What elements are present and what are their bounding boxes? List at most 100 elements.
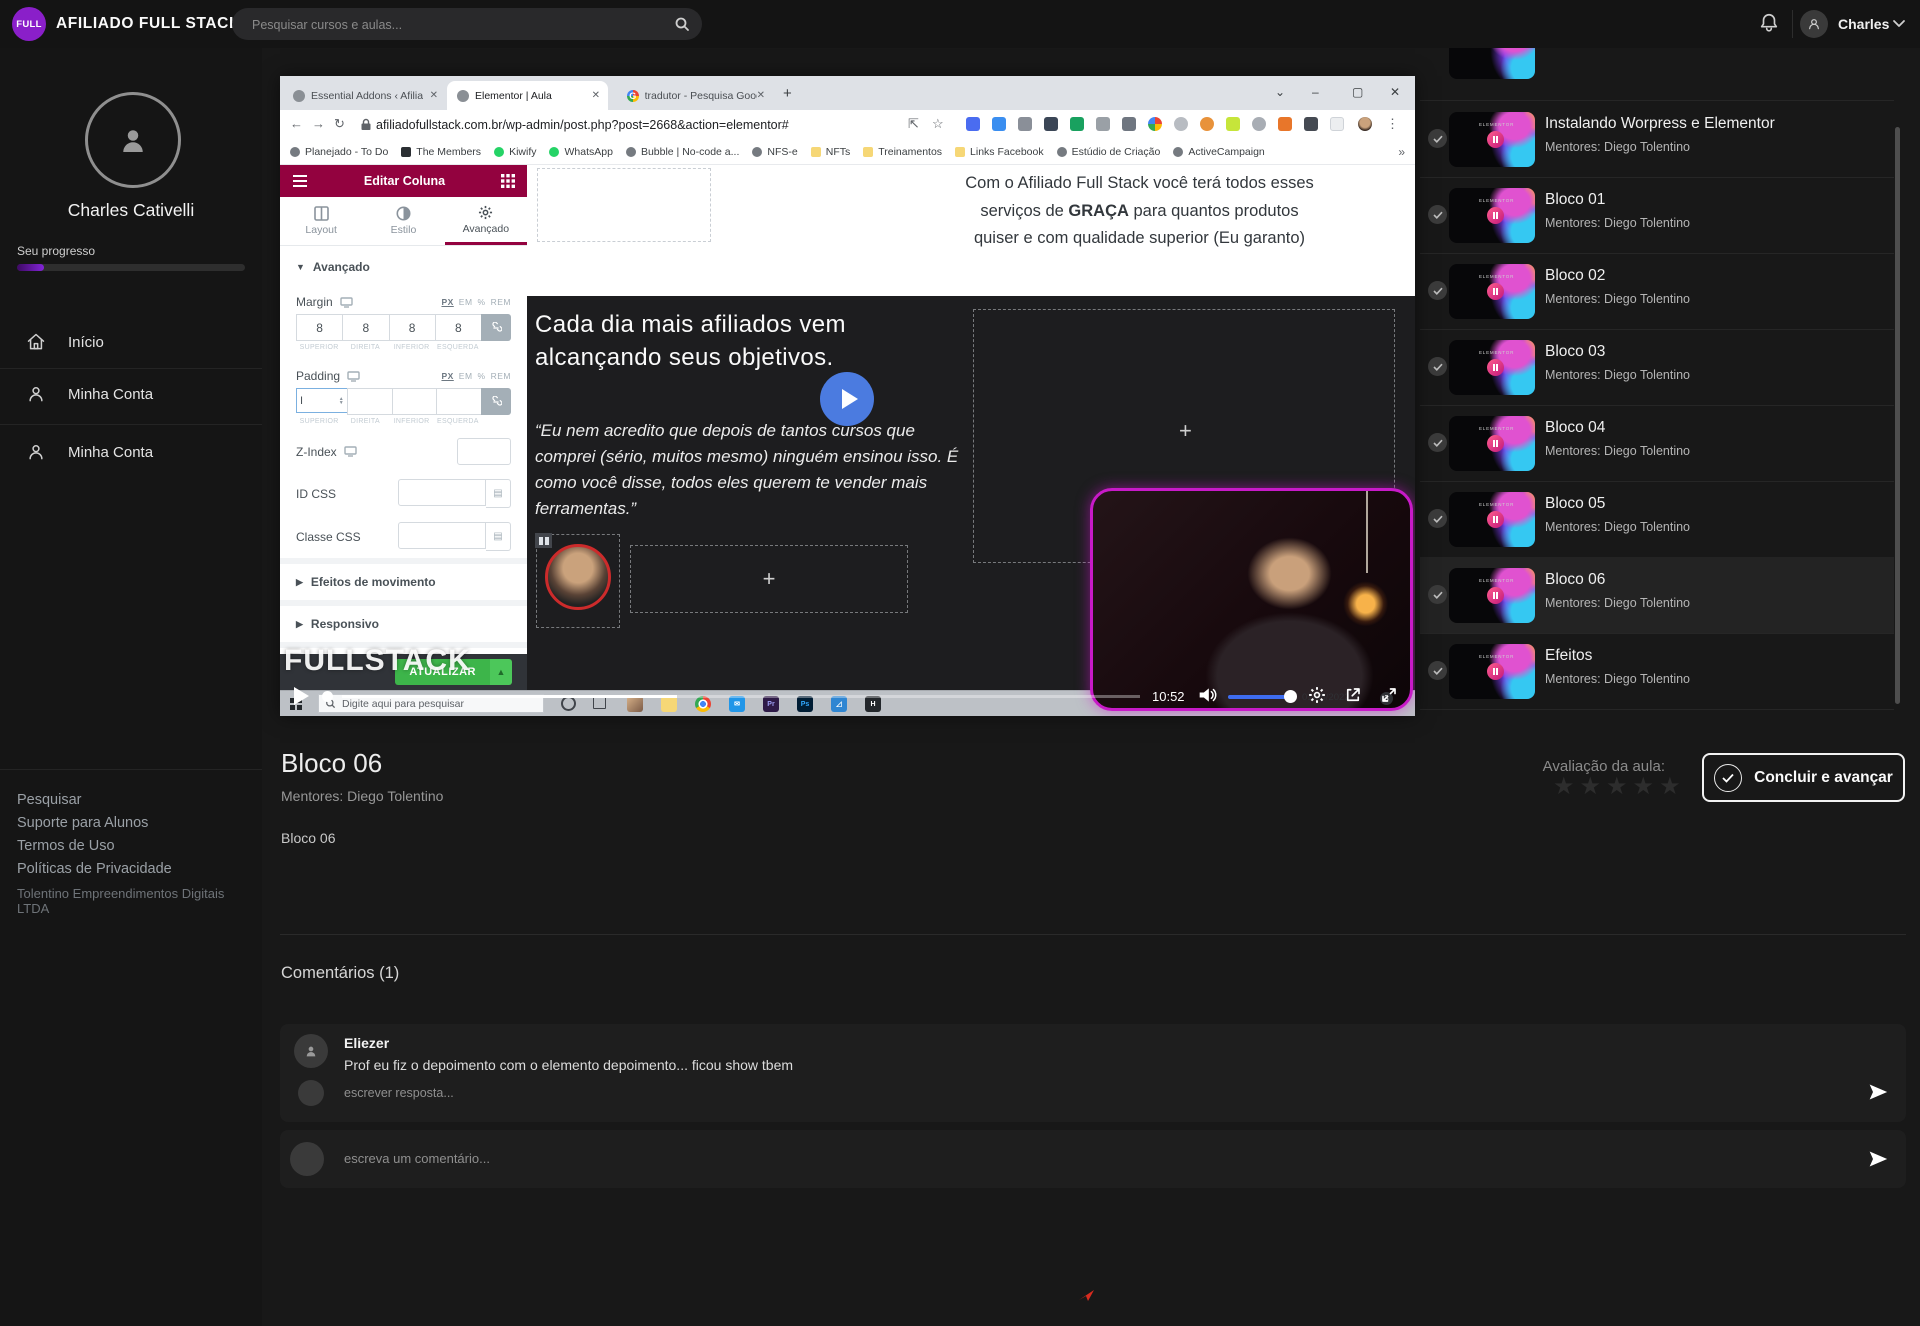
- browser-tabstrip: Essential Addons ‹ Afiliado Full St ✕ El…: [280, 76, 1415, 110]
- padding-bottom-input: [392, 388, 437, 415]
- extension-icon: [992, 117, 1006, 131]
- restore-icon: ▢: [1352, 85, 1363, 99]
- testimonial-avatar: [545, 544, 611, 610]
- sidebar-item-minha-conta[interactable]: Minha Conta: [0, 368, 262, 420]
- playlist-scrollbar[interactable]: [1895, 127, 1900, 704]
- sidebar: Charles Cativelli Seu progresso Início M…: [0, 48, 262, 1326]
- playlist-item-7-active[interactable]: ELEMENTOR Bloco 06 Mentores: Diego Tolen…: [1420, 557, 1894, 634]
- elementor-panel: Editar Coluna Layout Estilo Avançado ▼: [280, 165, 527, 690]
- reply-input[interactable]: escrever resposta...: [344, 1086, 454, 1100]
- rating-stars[interactable]: ★★★★★: [1553, 772, 1686, 801]
- elementor-logo-icon: [1487, 131, 1504, 148]
- footer-link-pesquisar[interactable]: Pesquisar: [17, 792, 81, 808]
- search-bar[interactable]: [232, 8, 702, 40]
- section-avancado: ▼Avançado: [280, 246, 527, 285]
- link-values-button: [481, 388, 511, 415]
- send-reply-icon[interactable]: [1868, 1082, 1888, 1102]
- caret-right-icon: ▶: [296, 619, 303, 630]
- user-name[interactable]: Charles: [1838, 16, 1889, 32]
- play-icon: [842, 389, 858, 409]
- app: FULL AFILIADO FULL STACK Charles Charles…: [0, 0, 1920, 1326]
- new-comment-input[interactable]: escreva um comentário...: [344, 1151, 490, 1166]
- lesson-title: Bloco 06: [281, 748, 382, 779]
- fullscreen-icon[interactable]: [1380, 686, 1398, 704]
- bookmark-item: NFS-e: [752, 146, 797, 158]
- send-comment-icon[interactable]: [1868, 1149, 1888, 1169]
- lesson-thumbnail: ELEMENTOR: [1449, 644, 1535, 699]
- profile-avatar[interactable]: [85, 92, 181, 188]
- lesson-thumbnail: ELEMENTOR: [1449, 416, 1535, 471]
- lesson-thumbnail: ELEMENTOR: [1449, 340, 1535, 395]
- url-text: afiliadofullstack.com.br/wp-admin/post.p…: [376, 118, 789, 132]
- bookmark-item: The Members: [401, 146, 481, 158]
- playlist-item-2[interactable]: ELEMENTOR Bloco 01 Mentores: Diego Tolen…: [1420, 177, 1894, 254]
- playlist-item-6[interactable]: ELEMENTOR Bloco 05 Mentores: Diego Tolen…: [1420, 481, 1894, 558]
- user-avatar[interactable]: [1800, 10, 1828, 38]
- footer-link-politicas[interactable]: Políticas de Privacidade: [17, 861, 172, 877]
- scrubber-handle[interactable]: [322, 691, 333, 702]
- empty-column-placeholder: [537, 168, 711, 242]
- padding-top-input: I▲▼: [296, 388, 347, 413]
- divider: [0, 769, 262, 770]
- person-icon: [26, 442, 46, 462]
- playlist-item-8[interactable]: ELEMENTOR Efeitos Mentores: Diego Tolent…: [1420, 633, 1894, 710]
- playlist-item-1[interactable]: ELEMENTOR Instalando Worpress e Elemento…: [1420, 101, 1894, 178]
- star-icon: ☆: [932, 116, 944, 132]
- footer-link-suporte[interactable]: Suporte para Alunos: [17, 815, 148, 831]
- volume-slider[interactable]: [1228, 695, 1290, 699]
- zindex-input: [457, 438, 511, 465]
- star-icon: ★: [1659, 773, 1686, 800]
- brand-logo[interactable]: FULL: [12, 7, 46, 41]
- sidebar-item-minha-conta-2[interactable]: Minha Conta: [0, 426, 262, 478]
- elementor-logo-icon: [1487, 587, 1504, 604]
- forward-icon: →: [312, 116, 325, 131]
- bell-icon[interactable]: [1758, 12, 1780, 34]
- completed-check-icon: [1428, 661, 1447, 680]
- video-player[interactable]: Essential Addons ‹ Afiliado Full St ✕ El…: [280, 76, 1415, 716]
- complete-advance-button[interactable]: Concluir e avançar: [1702, 753, 1905, 802]
- popout-icon[interactable]: [1344, 686, 1362, 704]
- more-bookmarks-icon: »: [1398, 145, 1405, 159]
- completed-check-icon: [1428, 585, 1447, 604]
- completed-check-icon: [1428, 281, 1447, 300]
- check-circle-icon: [1714, 764, 1742, 792]
- playlist-item-4[interactable]: ELEMENTOR Bloco 03 Mentores: Diego Tolen…: [1420, 329, 1894, 406]
- completed-check-icon: [1428, 509, 1447, 528]
- zindex-row: Z-Index: [280, 431, 527, 472]
- playlist-item-5[interactable]: ELEMENTOR Bloco 04 Mentores: Diego Tolen…: [1420, 405, 1894, 482]
- search-input[interactable]: [250, 8, 654, 42]
- panel-title: Editar Coluna: [364, 174, 445, 188]
- progress-track[interactable]: [342, 695, 1140, 698]
- gear-icon: [478, 205, 493, 220]
- unit-switcher: PXEM%REM: [441, 371, 511, 381]
- extension-icon: [1174, 117, 1188, 131]
- extension-icon: [1018, 117, 1032, 131]
- progress-bar: [17, 264, 245, 271]
- extension-icon: [1148, 117, 1162, 131]
- volume-icon[interactable]: [1198, 686, 1218, 704]
- volume-handle[interactable]: [1284, 690, 1297, 703]
- apps-grid-icon: [501, 174, 515, 188]
- add-widget-icon: +: [1179, 418, 1192, 444]
- play-icon[interactable]: [294, 687, 309, 705]
- search-icon[interactable]: [674, 16, 690, 32]
- sidebar-item-inicio[interactable]: Início: [0, 316, 262, 368]
- classcss-row: Classe CSS ▤: [280, 515, 527, 558]
- bookmark-item: Links Facebook: [955, 146, 1044, 158]
- footer-link-termos[interactable]: Termos de Uso: [17, 838, 115, 854]
- extension-icon: [1252, 117, 1266, 131]
- playlist-item-3[interactable]: ELEMENTOR Bloco 02 Mentores: Diego Tolen…: [1420, 253, 1894, 330]
- monitor-icon: [344, 446, 357, 457]
- progress-label: Seu progresso: [17, 244, 95, 258]
- completed-check-icon: [1428, 433, 1447, 452]
- comments-heading: Comentários (1): [281, 964, 399, 983]
- settings-gear-icon[interactable]: [1308, 686, 1326, 704]
- fullstack-watermark: FULLSTACK: [284, 644, 471, 678]
- extension-icon: [1330, 117, 1344, 131]
- brand-title: AFILIADO FULL STACK: [56, 15, 241, 33]
- chevron-down-icon[interactable]: [1892, 19, 1906, 29]
- tab-estilo: Estilo: [362, 197, 444, 245]
- add-widget-icon: +: [763, 566, 776, 592]
- lesson-thumbnail: ELEMENTOR: [1449, 188, 1535, 243]
- reply-avatar: [298, 1080, 324, 1106]
